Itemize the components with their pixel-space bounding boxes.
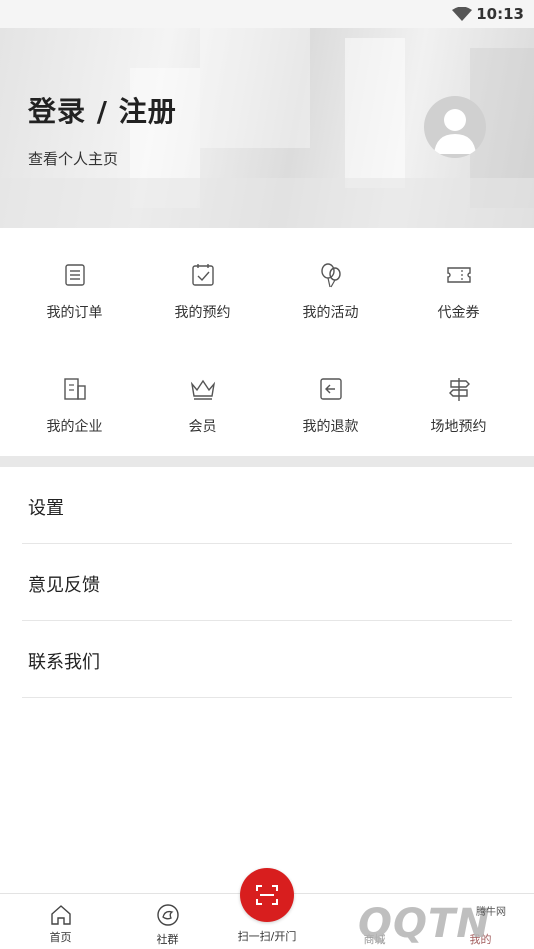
- tab-home[interactable]: 首页: [7, 894, 114, 949]
- signpost-icon: [448, 378, 470, 401]
- view-profile-link[interactable]: 查看个人主页: [28, 148, 118, 169]
- grid-label: 会员: [188, 419, 217, 435]
- grid-label: 我的退款: [302, 419, 359, 435]
- grid-label: 我的订单: [46, 305, 103, 321]
- scan-label: 扫一扫/开门: [237, 930, 297, 943]
- home-icon: [50, 905, 71, 925]
- user-icon: [434, 109, 476, 154]
- grid-label: 我的活动: [302, 305, 359, 321]
- profile-header[interactable]: 登录 / 注册 查看个人主页: [0, 28, 534, 228]
- feature-grid: 我的订单 我的预约 我的活动 代金券 我的企业 会员 我的退款 场地预约: [0, 228, 534, 456]
- grid-label: 代金券: [437, 305, 480, 321]
- status-bar: 10:13: [0, 0, 534, 28]
- crown-icon: [190, 379, 215, 400]
- building-icon: [63, 378, 86, 400]
- list-item-feedback[interactable]: 意见反馈: [22, 544, 512, 621]
- wifi-icon: [452, 7, 472, 21]
- grid-label: 我的预约: [174, 305, 231, 321]
- grid-item-membership[interactable]: 会员: [136, 350, 269, 450]
- list-item-settings[interactable]: 设置: [22, 467, 512, 544]
- status-time: 10:13: [476, 5, 524, 23]
- watermark: QQTN 腾牛网: [330, 893, 534, 949]
- login-register-title[interactable]: 登录 / 注册: [28, 90, 177, 130]
- balloon-icon: [320, 263, 341, 288]
- scan-icon: [256, 885, 278, 905]
- grid-item-vouchers[interactable]: 代金券: [392, 236, 525, 336]
- grid-item-activities[interactable]: 我的活动: [264, 236, 397, 336]
- section-divider: [0, 456, 534, 467]
- list-item-contact[interactable]: 联系我们: [22, 621, 512, 698]
- list-item-label: 联系我们: [28, 652, 100, 673]
- list-item-label: 设置: [28, 498, 64, 519]
- tab-community[interactable]: 社群: [114, 894, 221, 949]
- tab-label: 社群: [156, 933, 179, 946]
- refund-icon: [319, 378, 342, 400]
- list-item-label: 意见反馈: [28, 575, 100, 596]
- tab-label: 首页: [49, 931, 72, 944]
- grid-label: 场地预约: [430, 419, 487, 435]
- avatar[interactable]: [424, 96, 486, 158]
- settings-list: 设置 意见反馈 联系我们: [0, 467, 534, 698]
- voucher-icon: [446, 267, 471, 283]
- watermark-text: QQTN: [358, 901, 491, 947]
- watermark-small-text: 腾牛网: [476, 907, 506, 918]
- community-icon: [156, 904, 179, 926]
- appointment-icon: [191, 264, 214, 286]
- grid-item-venue-booking[interactable]: 场地预约: [392, 350, 525, 450]
- grid-item-enterprise[interactable]: 我的企业: [8, 350, 141, 450]
- scan-open-door-button[interactable]: [240, 868, 294, 922]
- grid-item-appointments[interactable]: 我的预约: [136, 236, 269, 336]
- grid-item-refunds[interactable]: 我的退款: [264, 350, 397, 450]
- grid-item-orders[interactable]: 我的订单: [8, 236, 141, 336]
- grid-label: 我的企业: [46, 419, 103, 435]
- order-icon: [64, 264, 85, 286]
